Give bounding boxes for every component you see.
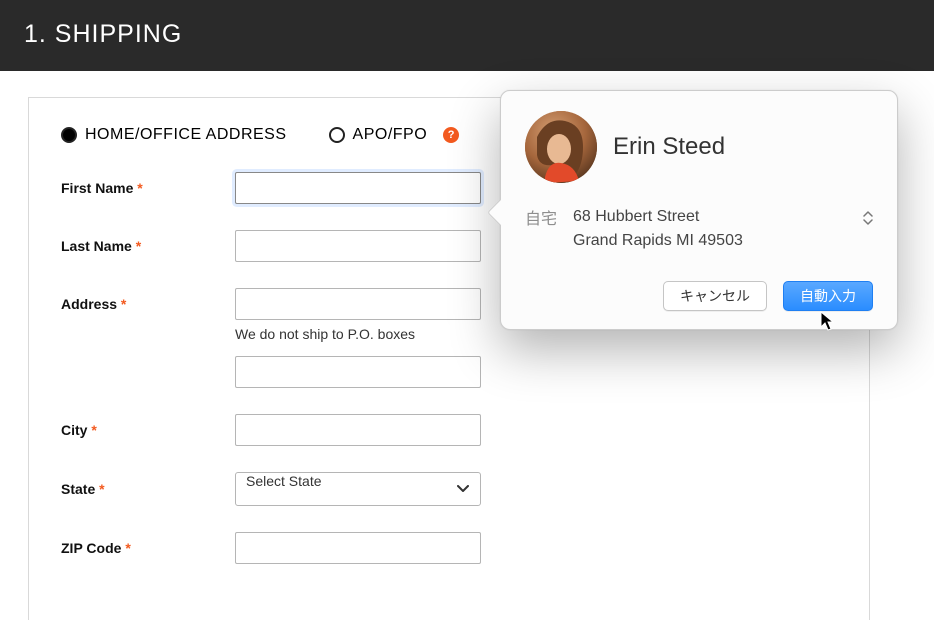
address-label: Address *	[61, 296, 235, 312]
checkout-step-header: 1. Shipping	[0, 0, 934, 71]
avatar	[525, 111, 597, 183]
first-name-input[interactable]	[235, 172, 481, 204]
city-input[interactable]	[235, 414, 481, 446]
contact-name: Erin Steed	[613, 133, 725, 161]
chevron-up-icon	[863, 211, 873, 217]
address-line-1: 68 Hubbert Street	[573, 205, 851, 229]
zip-label: ZIP Code *	[61, 540, 235, 556]
autofill-button[interactable]: 自動入力	[783, 281, 873, 311]
city-label: City *	[61, 422, 235, 438]
address-line1-input[interactable]	[235, 288, 481, 320]
radio-home-office-label: HOME/OFFICE ADDRESS	[85, 126, 287, 144]
chevron-down-icon	[863, 219, 873, 225]
autofill-popover: Erin Steed 自宅 68 Hubbert Street Grand Ra…	[500, 90, 898, 330]
checkout-step-title: 1. Shipping	[24, 20, 182, 48]
address-stepper[interactable]	[863, 211, 873, 225]
first-name-label: First Name *	[61, 180, 235, 196]
radio-apo-fpo-label: APO/FPO	[353, 126, 428, 144]
radio-home-office[interactable]: HOME/OFFICE ADDRESS	[61, 126, 287, 144]
radio-dot-unselected-icon	[329, 127, 345, 143]
zip-input[interactable]	[235, 532, 481, 564]
help-icon[interactable]: ?	[443, 127, 459, 143]
radio-dot-selected-icon	[61, 127, 77, 143]
cancel-button[interactable]: キャンセル	[663, 281, 767, 311]
state-select[interactable]: Select State	[235, 472, 481, 506]
last-name-input[interactable]	[235, 230, 481, 262]
state-select-value: Select State	[246, 473, 322, 489]
radio-apo-fpo[interactable]: APO/FPO	[329, 126, 428, 144]
address-line2-input[interactable]	[235, 356, 481, 388]
last-name-label: Last Name *	[61, 238, 235, 254]
address-tag: 自宅	[525, 205, 561, 229]
address-line-2: Grand Rapids MI 49503	[573, 229, 851, 253]
state-label: State *	[61, 481, 235, 497]
autofill-address: 68 Hubbert Street Grand Rapids MI 49503	[573, 205, 851, 253]
